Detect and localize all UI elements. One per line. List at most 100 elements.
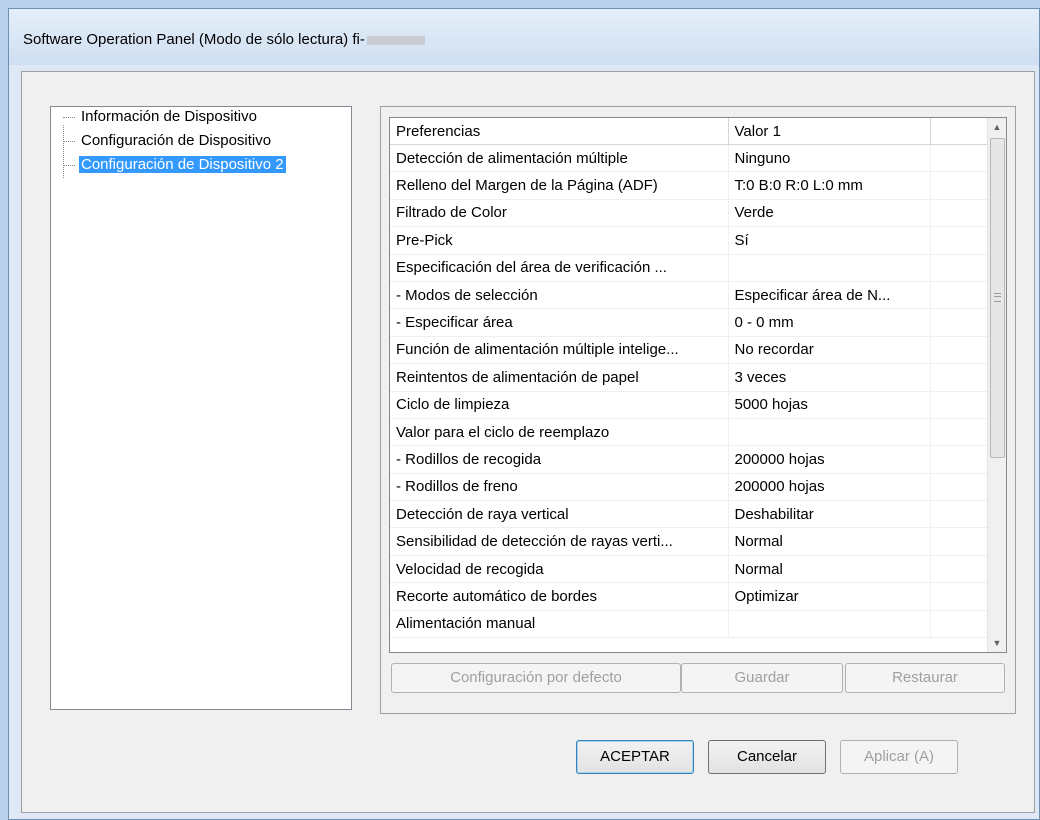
save-button[interactable]: Guardar xyxy=(681,663,843,693)
setting-extra-cell xyxy=(930,473,989,502)
window-title-text: Software Operation Panel (Modo de sólo l… xyxy=(23,31,365,48)
setting-extra-cell xyxy=(930,582,989,611)
setting-name-cell: - Especificar área xyxy=(390,308,729,337)
setting-name-cell: Filtrado de Color xyxy=(390,199,729,228)
setting-extra-cell xyxy=(930,144,989,173)
setting-value-cell: Optimizar xyxy=(728,582,931,611)
table-row[interactable]: Pre-Pick Sí xyxy=(390,226,989,255)
table-row[interactable]: Relleno del Margen de la Página (ADF) T:0… xyxy=(390,171,989,200)
window-title: Software Operation Panel (Modo de sólo l… xyxy=(23,31,425,48)
table-row[interactable]: Ciclo de limpieza 5000 hojas xyxy=(390,391,989,419)
table-row[interactable]: Detección de alimentación múltiple Ningun… xyxy=(390,144,989,173)
setting-name-cell: Reintentos de alimentación de papel xyxy=(390,363,729,392)
tree-branch-icon xyxy=(63,164,75,166)
setting-name-cell: Alimentación manual xyxy=(390,610,729,639)
column-header-preferences[interactable]: Preferencias xyxy=(390,118,729,145)
setting-value-cell: Especificar área de N... xyxy=(728,281,931,310)
default-settings-button[interactable]: Configuración por defecto xyxy=(391,663,681,693)
setting-value-cell: 5000 hojas xyxy=(728,391,931,419)
table-row[interactable]: - Rodillos de freno 200000 hojas xyxy=(390,473,989,502)
setting-extra-cell xyxy=(930,226,989,255)
setting-extra-cell xyxy=(930,391,989,419)
scroll-down-icon[interactable]: ▼ xyxy=(988,634,1006,652)
tree-branch-icon xyxy=(63,116,75,118)
table-row[interactable]: Filtrado de Color Verde xyxy=(390,199,989,228)
setting-extra-cell xyxy=(930,336,989,365)
setting-name-cell: - Rodillos de recogida xyxy=(390,445,729,474)
setting-value-cell xyxy=(728,254,931,282)
setting-extra-cell xyxy=(930,199,989,228)
setting-name-cell: Velocidad de recogida xyxy=(390,555,729,584)
setting-value-cell: Verde xyxy=(728,199,931,228)
setting-value-cell: 3 veces xyxy=(728,363,931,392)
setting-name-cell: Detección de raya vertical xyxy=(390,500,729,529)
setting-value-cell: Ninguno xyxy=(728,144,931,173)
dialog-window: Software Operation Panel (Modo de sólo l… xyxy=(8,8,1040,820)
setting-extra-cell xyxy=(930,555,989,584)
tree-item-device-config-2[interactable]: Configuración de Dispositivo 2 xyxy=(63,155,286,175)
table-row[interactable]: Velocidad de recogida Normal xyxy=(390,555,989,584)
setting-name-cell: Especificación del área de verificación … xyxy=(390,254,729,282)
tree-item-device-info[interactable]: Información de Dispositivo xyxy=(63,107,259,127)
table-row[interactable]: Especificación del área de verificación … xyxy=(390,254,989,282)
table-row[interactable]: Sensibilidad de detección de rayas verti… xyxy=(390,527,989,556)
navigation-tree[interactable]: Información de Dispositivo Configuración… xyxy=(50,106,352,710)
restore-button[interactable]: Restaurar xyxy=(845,663,1005,693)
setting-value-cell: 200000 hojas xyxy=(728,473,931,502)
setting-extra-cell xyxy=(930,281,989,310)
setting-extra-cell xyxy=(930,527,989,556)
tree-item-label: Configuración de Dispositivo 2 xyxy=(79,156,286,173)
setting-value-cell xyxy=(728,610,931,639)
setting-value-cell xyxy=(728,418,931,447)
cancel-button[interactable]: Cancelar xyxy=(708,740,826,774)
setting-value-cell: T:0 B:0 R:0 L:0 mm xyxy=(728,171,931,200)
setting-value-cell: Normal xyxy=(728,527,931,556)
setting-name-cell: Recorte automático de bordes xyxy=(390,582,729,611)
ok-button[interactable]: ACEPTAR xyxy=(576,740,694,774)
table-row[interactable]: - Especificar área 0 - 0 mm xyxy=(390,308,989,337)
table-row[interactable]: Función de alimentación múltiple intelig… xyxy=(390,336,989,365)
setting-value-cell: 0 - 0 mm xyxy=(728,308,931,337)
table-header-row: Preferencias Valor 1 xyxy=(390,118,989,145)
setting-extra-cell xyxy=(930,171,989,200)
settings-list[interactable]: Preferencias Valor 1 Detección de alimen… xyxy=(389,117,1007,653)
tree-item-device-config[interactable]: Configuración de Dispositivo xyxy=(63,131,273,151)
setting-name-cell: - Rodillos de freno xyxy=(390,473,729,502)
vertical-scrollbar[interactable]: ▲ ▼ xyxy=(987,118,1006,652)
table-row[interactable]: Reintentos de alimentación de papel 3 vec… xyxy=(390,363,989,392)
setting-extra-cell xyxy=(930,500,989,529)
setting-extra-cell xyxy=(930,610,989,639)
table-row[interactable]: Recorte automático de bordes Optimizar xyxy=(390,582,989,611)
table-row[interactable]: Alimentación manual xyxy=(390,610,989,639)
scrollbar-thumb[interactable] xyxy=(990,138,1005,458)
setting-value-cell: Sí xyxy=(728,226,931,255)
scroll-up-icon[interactable]: ▲ xyxy=(988,118,1006,136)
setting-value-cell: Normal xyxy=(728,555,931,584)
settings-table: Preferencias Valor 1 Detección de alimen… xyxy=(390,118,989,639)
setting-extra-cell xyxy=(930,418,989,447)
setting-name-cell: Pre-Pick xyxy=(390,226,729,255)
scrollbar-grip-icon xyxy=(994,293,1001,302)
table-row[interactable]: - Modos de selección Especificar área de … xyxy=(390,281,989,310)
apply-button[interactable]: Aplicar (A) xyxy=(840,740,958,774)
title-bar[interactable]: Software Operation Panel (Modo de sólo l… xyxy=(9,9,1039,65)
setting-name-cell: Relleno del Margen de la Página (ADF) xyxy=(390,171,729,200)
setting-extra-cell xyxy=(930,254,989,282)
setting-value-cell: Deshabilitar xyxy=(728,500,931,529)
settings-panel: Preferencias Valor 1 Detección de alimen… xyxy=(380,106,1016,714)
setting-extra-cell xyxy=(930,445,989,474)
column-header-value[interactable]: Valor 1 xyxy=(728,118,931,145)
column-header-extra[interactable] xyxy=(930,118,989,145)
redacted-model-number xyxy=(366,35,425,45)
setting-name-cell: - Modos de selección xyxy=(390,281,729,310)
setting-value-cell: No recordar xyxy=(728,336,931,365)
table-row[interactable]: Valor para el ciclo de reemplazo xyxy=(390,418,989,447)
table-row[interactable]: Detección de raya vertical Deshabilitar xyxy=(390,500,989,529)
settings-table-body: Detección de alimentación múltiple Ningun… xyxy=(390,144,989,639)
setting-extra-cell xyxy=(930,363,989,392)
table-row[interactable]: - Rodillos de recogida 200000 hojas xyxy=(390,445,989,474)
setting-name-cell: Función de alimentación múltiple intelig… xyxy=(390,336,729,365)
setting-name-cell: Detección de alimentación múltiple xyxy=(390,144,729,173)
dialog-client-area: Información de Dispositivo Configuración… xyxy=(21,71,1035,813)
tree-item-label: Configuración de Dispositivo xyxy=(81,132,272,149)
